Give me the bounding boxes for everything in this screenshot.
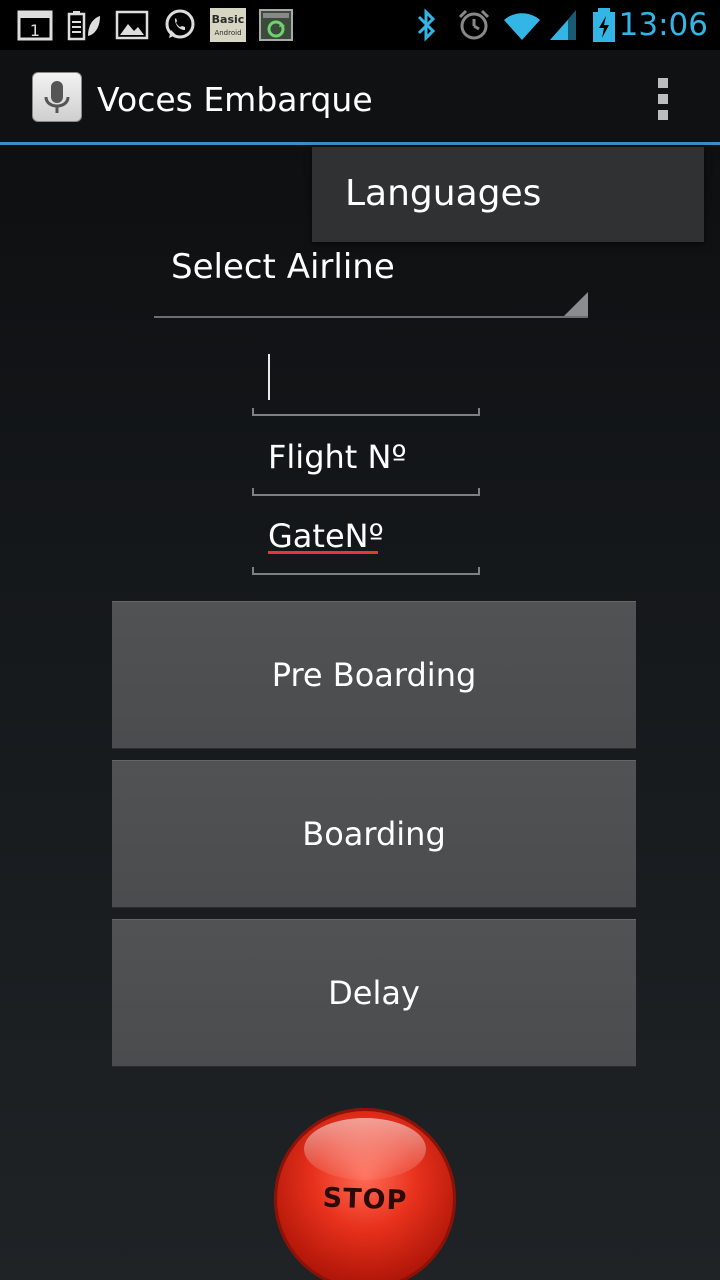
field-underline <box>252 414 480 416</box>
wifi-icon <box>504 13 540 40</box>
boarding-button[interactable]: Boarding <box>112 760 636 908</box>
text-cursor <box>268 354 270 400</box>
stop-button[interactable]: STOP <box>274 1108 456 1280</box>
overflow-dot <box>658 78 668 88</box>
flight-number-field[interactable]: Flight Nº <box>252 426 480 496</box>
action-bar-divider <box>0 142 720 145</box>
spellcheck-underline <box>268 551 378 554</box>
pre-boarding-label: Pre Boarding <box>271 656 477 694</box>
basic4android-icon: Basic Android <box>210 8 246 42</box>
flight-number-value: Flight Nº <box>268 438 407 476</box>
basic-badge-line2: Android <box>214 29 241 37</box>
app-title: Voces Embarque <box>97 80 373 119</box>
overflow-menu-icon[interactable] <box>648 76 680 122</box>
alarm-icon <box>458 9 490 40</box>
status-bar: 1 Basic Android 13:06 <box>0 0 720 50</box>
overflow-dot <box>658 110 668 120</box>
field-tick <box>478 567 480 575</box>
field-underline <box>252 494 480 496</box>
microphone-icon <box>44 81 70 113</box>
gallery-icon <box>115 10 149 40</box>
field-tick <box>252 488 254 496</box>
app-update-icon <box>259 9 293 41</box>
delay-button[interactable]: Delay <box>112 919 636 1067</box>
text-input[interactable] <box>252 346 480 416</box>
status-time: 13:06 <box>618 7 708 43</box>
airline-spinner-label: Select Airline <box>171 247 395 287</box>
calendar-notification-icon: 1 <box>17 10 53 41</box>
battery-eco-icon <box>67 11 100 41</box>
field-tick <box>252 567 254 575</box>
bluetooth-icon <box>417 8 436 42</box>
overflow-dot <box>658 94 668 104</box>
boarding-label: Boarding <box>302 815 446 853</box>
delay-label: Delay <box>328 974 420 1012</box>
signal-icon <box>550 10 576 40</box>
gate-number-field[interactable]: GateNº <box>252 505 480 575</box>
app-icon[interactable] <box>32 72 82 122</box>
battery-charging-icon <box>593 8 615 42</box>
spinner-underline <box>154 316 588 318</box>
field-underline <box>252 573 480 575</box>
field-tick <box>252 408 254 416</box>
basic-badge-line1: Basic <box>212 13 245 26</box>
airline-spinner[interactable]: Select Airline <box>154 230 588 318</box>
calendar-badge: 1 <box>30 21 40 40</box>
options-popup-menu: Languages <box>312 147 704 242</box>
menu-item-languages[interactable]: Languages <box>345 169 541 219</box>
stop-label: STOP <box>322 1182 408 1217</box>
field-tick <box>478 408 480 416</box>
stop-button-gloss <box>304 1118 426 1180</box>
field-tick <box>478 488 480 496</box>
whatsapp-icon <box>165 9 195 39</box>
pre-boarding-button[interactable]: Pre Boarding <box>112 601 636 749</box>
dropdown-triangle-icon <box>564 292 588 316</box>
screen: { "status_bar": { "time": "13:06", "left… <box>0 0 720 1280</box>
